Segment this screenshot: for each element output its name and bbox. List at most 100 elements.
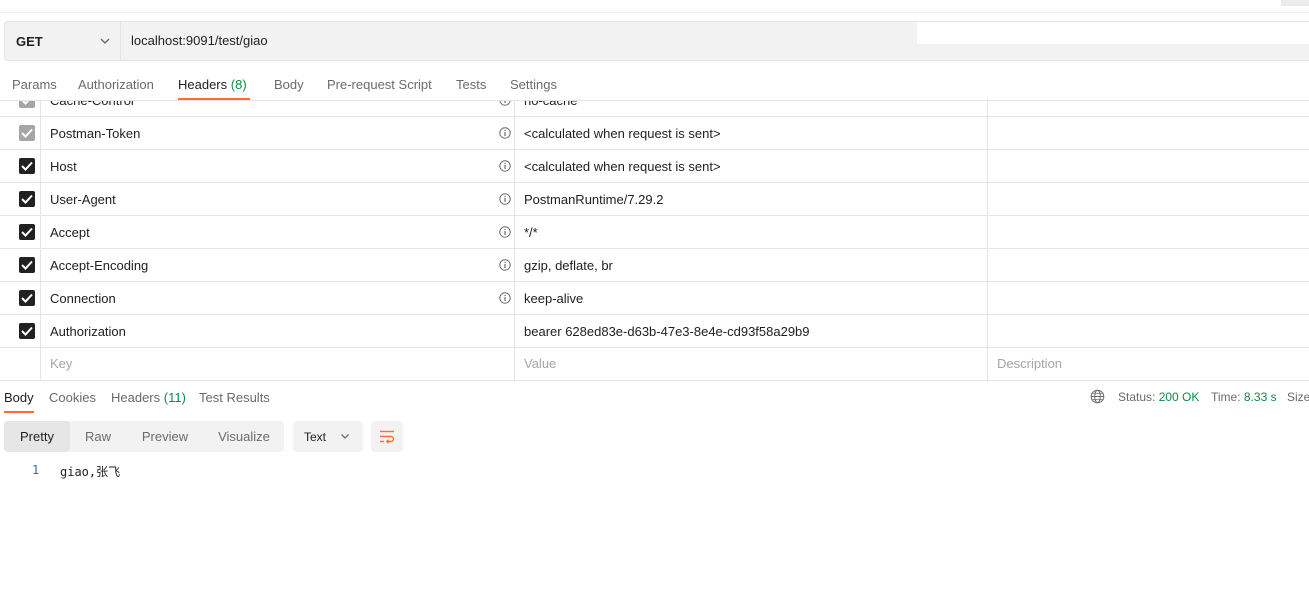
response-tab-cookies[interactable]: Cookies (49, 390, 96, 405)
column-divider (987, 150, 988, 182)
tab-label: Headers (111, 390, 161, 405)
tab-headers[interactable]: Headers (8) (178, 77, 247, 92)
row-checkbox[interactable] (19, 290, 35, 306)
tab-label: Tests (456, 77, 487, 92)
row-checkbox[interactable] (19, 125, 35, 141)
column-divider (514, 315, 515, 347)
row-checkbox[interactable] (19, 191, 35, 207)
column-divider (514, 117, 515, 149)
description-placeholder[interactable]: Description (997, 356, 1062, 371)
key-placeholder[interactable]: Key (50, 356, 72, 371)
line-text: giao,张飞 (60, 465, 121, 479)
view-preview-button[interactable]: Preview (130, 421, 200, 452)
header-key[interactable]: Accept-Encoding (50, 258, 148, 273)
header-value[interactable]: keep-alive (524, 291, 583, 306)
tab-settings[interactable]: Settings (510, 77, 557, 92)
window-top-strip (0, 0, 1309, 13)
header-key[interactable]: Authorization (50, 324, 126, 339)
status-value: 200 OK (1158, 390, 1200, 404)
wrap-lines-icon (380, 430, 395, 444)
header-value[interactable]: PostmanRuntime/7.29.2 (524, 192, 663, 207)
row-checkbox[interactable] (19, 101, 35, 108)
tab-tests[interactable]: Tests (456, 77, 486, 92)
format-select[interactable]: Text (293, 421, 363, 452)
column-divider (987, 216, 988, 248)
column-divider (987, 348, 988, 380)
header-value[interactable]: <calculated when request is sent> (524, 126, 721, 141)
tab-count: (8) (230, 77, 247, 92)
tab-label: Params (12, 77, 57, 92)
header-key[interactable]: Postman-Token (50, 126, 140, 141)
header-key[interactable]: Accept (50, 225, 90, 240)
tab-label: Body (274, 77, 304, 92)
tab-pre-request-script[interactable]: Pre-request Script (327, 77, 432, 92)
info-icon[interactable] (499, 226, 511, 238)
info-icon[interactable] (499, 100, 511, 106)
request-url-bar: GET localhost:9091/test/giao (4, 21, 1309, 61)
header-value[interactable]: gzip, deflate, br (524, 258, 613, 273)
table-row: Authorization bearer 628ed83e-d63b-47e3-… (0, 315, 1309, 348)
tab-body[interactable]: Body (274, 77, 304, 92)
column-divider (40, 216, 41, 248)
header-key[interactable]: Cache-Control (50, 101, 134, 108)
row-checkbox[interactable] (19, 158, 35, 174)
column-divider (987, 117, 988, 149)
table-row: Connection keep-alive (0, 282, 1309, 315)
info-icon[interactable] (499, 160, 511, 172)
column-divider (40, 249, 41, 281)
format-label: Text (304, 430, 327, 444)
column-divider (40, 101, 41, 116)
headers-table: Cache-Control no-cache Postman-Token <ca… (0, 100, 1309, 382)
header-value[interactable]: bearer 628ed83e-d63b-47e3-8e4e-cd93f58a2… (524, 324, 810, 339)
row-checkbox[interactable] (19, 323, 35, 339)
window-corner (1281, 0, 1309, 6)
info-icon[interactable] (499, 259, 511, 271)
active-response-tab-indicator (4, 411, 34, 413)
header-key[interactable]: Host (50, 159, 77, 174)
row-checkbox[interactable] (19, 224, 35, 240)
header-key[interactable]: Connection (50, 291, 116, 306)
view-raw-button[interactable]: Raw (70, 421, 126, 452)
status-label: Status: (1118, 390, 1156, 404)
table-row: Cache-Control no-cache (0, 100, 1309, 117)
line-number: 1 (32, 463, 40, 477)
url-input[interactable]: localhost:9091/test/giao (131, 33, 268, 48)
response-tab-headers[interactable]: Headers (11) (111, 390, 186, 405)
info-icon[interactable] (499, 193, 511, 205)
column-divider (40, 282, 41, 314)
column-divider (40, 117, 41, 149)
size-readout: Size (1287, 390, 1309, 404)
column-divider (987, 101, 988, 116)
tab-label: Cookies (49, 390, 96, 405)
header-value[interactable]: */* (524, 225, 538, 240)
tab-label: Settings (510, 77, 557, 92)
response-tab-test-results[interactable]: Test Results (199, 390, 270, 405)
header-value[interactable]: <calculated when request is sent> (524, 159, 721, 174)
tab-label: Authorization (78, 77, 154, 92)
globe-icon[interactable] (1090, 389, 1105, 404)
column-divider (514, 216, 515, 248)
column-divider (514, 150, 515, 182)
tab-params[interactable]: Params (12, 77, 57, 92)
table-row: User-Agent PostmanRuntime/7.29.2 (0, 183, 1309, 216)
column-divider (40, 183, 41, 215)
header-value[interactable]: no-cache (524, 101, 577, 108)
chevron-down-icon (100, 38, 110, 44)
table-row: Postman-Token <calculated when request i… (0, 117, 1309, 150)
tab-count: (11) (163, 390, 186, 405)
view-visualize-button[interactable]: Visualize (206, 421, 282, 452)
row-checkbox[interactable] (19, 257, 35, 273)
info-icon[interactable] (499, 127, 511, 139)
column-divider (514, 183, 515, 215)
wrap-lines-button[interactable] (371, 421, 403, 452)
response-tab-body[interactable]: Body (4, 390, 34, 405)
header-key[interactable]: User-Agent (50, 192, 116, 207)
column-divider (987, 183, 988, 215)
value-placeholder[interactable]: Value (524, 356, 556, 371)
view-pretty-button[interactable]: Pretty (4, 421, 70, 452)
method-select[interactable]: GET (5, 22, 121, 60)
tab-authorization[interactable]: Authorization (78, 77, 154, 92)
info-icon[interactable] (499, 292, 511, 304)
status-readout: Status: 200 OK (1118, 390, 1199, 404)
column-divider (987, 249, 988, 281)
